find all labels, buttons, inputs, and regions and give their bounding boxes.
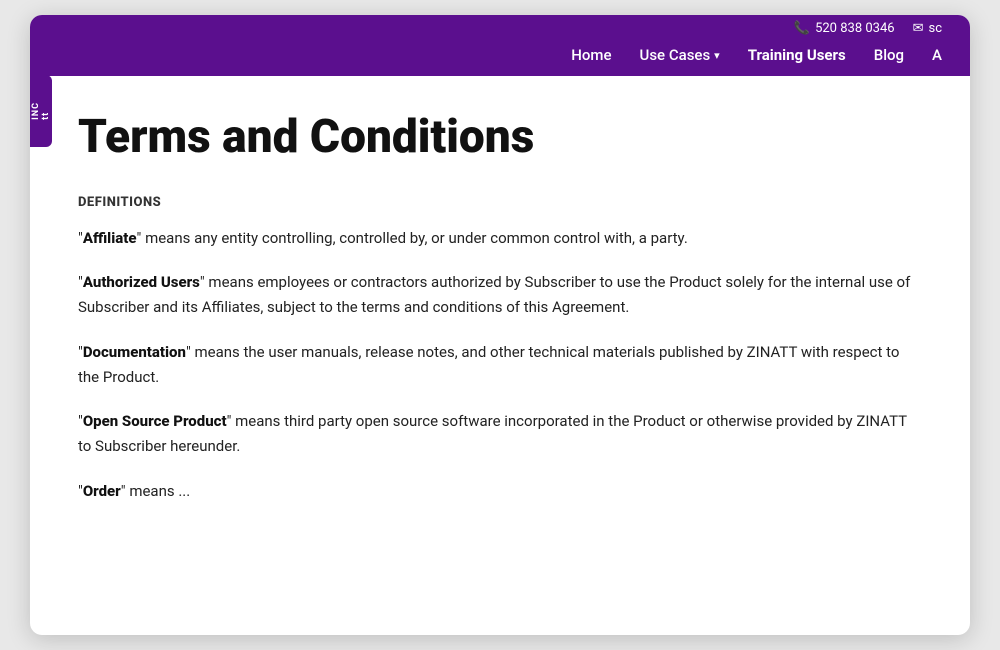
phone-number: 520 838 0346 [815,21,895,36]
chevron-down-icon: ▾ [714,49,720,62]
email-contact[interactable]: ✉ sc [913,21,942,36]
nav-use-cases-label: Use Cases [640,46,711,64]
nav-home[interactable]: Home [571,46,611,64]
header-nav: Home Use Cases ▾ Training Users Blog A [30,36,970,76]
term-order: Order [83,482,121,500]
nav-extra-label: A [932,46,942,64]
def-documentation-text: means the user manuals, release notes, a… [78,343,899,386]
nav-training-users-label: Training Users [748,46,846,64]
nav-blog-label: Blog [874,46,904,64]
nav-home-label: Home [571,46,611,64]
nav-training-users[interactable]: Training Users [748,46,846,64]
term-authorized-users: Authorized Users [83,273,200,291]
email-prefix: sc [928,21,942,36]
term-affiliate: Affiliate [83,229,137,247]
nav-use-cases[interactable]: Use Cases ▾ [640,46,720,64]
page-title: Terms and Conditions [78,112,922,163]
left-brand-tab: INCtt [30,75,52,147]
def-order-text: means ... [126,482,191,500]
definition-order: "Order" means ... [78,479,922,504]
def-authorized-users-text: means employees or contractors authorize… [78,273,910,316]
definition-open-source-product: "Open Source Product" means third party … [78,409,922,459]
page-wrapper: 📞 520 838 0346 ✉ sc Home Use Cases ▾ Tra… [30,15,970,635]
phone-icon: 📞 [794,21,810,36]
term-documentation: Documentation [83,343,186,361]
left-tab-text: INCtt [31,102,51,120]
definitions-section-label: DEFINITIONS [78,195,922,210]
term-open-source-product: Open Source Product [83,412,227,430]
header-contact-bar: 📞 520 838 0346 ✉ sc [30,15,970,36]
phone-contact[interactable]: 📞 520 838 0346 [794,21,895,36]
email-icon: ✉ [913,21,924,36]
definition-documentation: "Documentation" means the user manuals, … [78,340,922,390]
definition-authorized-users: "Authorized Users" means employees or co… [78,270,922,320]
nav-blog[interactable]: Blog [874,46,904,64]
main-content: Terms and Conditions DEFINITIONS "Affili… [30,76,970,635]
def-affiliate-text: means any entity controlling, controlled… [141,229,687,247]
definition-affiliate: "Affiliate" means any entity controlling… [78,226,922,251]
nav-extra[interactable]: A [932,46,942,64]
